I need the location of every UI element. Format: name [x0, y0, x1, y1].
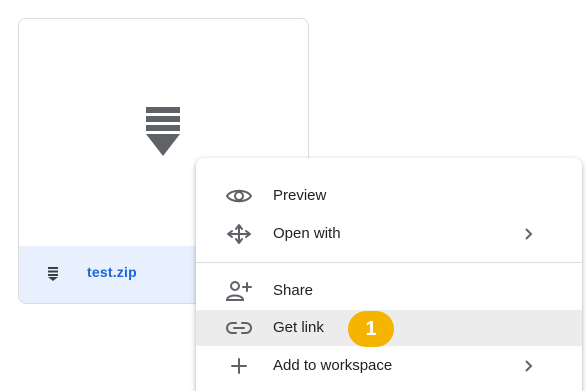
menu-label-preview: Preview [273, 187, 327, 204]
menu-item-open-with[interactable]: Open with [196, 216, 582, 252]
zip-file-icon [146, 107, 180, 156]
file-name[interactable]: test.zip [87, 264, 137, 280]
add-person-icon [226, 281, 252, 301]
menu-label-open-with: Open with [273, 225, 341, 242]
link-icon [226, 322, 252, 334]
zip-file-small-icon [48, 267, 58, 281]
chevron-right-icon [525, 228, 533, 240]
step-number-badge: 1 [348, 311, 394, 347]
menu-item-share[interactable]: Share [196, 273, 582, 309]
eye-icon [226, 189, 252, 203]
menu-label-add-to-workspace: Add to workspace [273, 357, 393, 374]
menu-label-get-link: Get link [273, 319, 324, 336]
plus-icon [231, 358, 247, 374]
menu-item-preview[interactable]: Preview [196, 178, 582, 214]
drive-view: test.zip Preview Open with Share Get lin… [0, 0, 586, 391]
chevron-right-icon [525, 360, 533, 372]
move-arrows-icon [227, 224, 251, 244]
menu-item-add-to-workspace[interactable]: Add to workspace [196, 348, 582, 384]
menu-divider [196, 262, 582, 263]
menu-label-share: Share [273, 282, 314, 299]
context-menu: Preview Open with Share Get link Add to … [196, 158, 582, 391]
